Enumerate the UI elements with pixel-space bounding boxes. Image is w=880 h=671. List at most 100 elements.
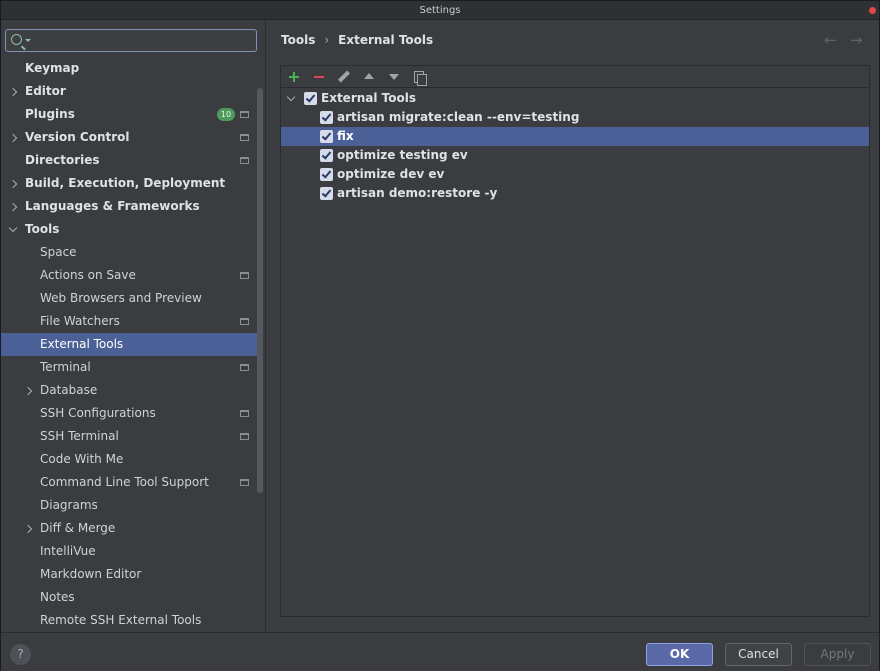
sidebar-item-notes[interactable]: Notes <box>1 586 259 609</box>
project-level-icon <box>240 364 249 371</box>
ok-button[interactable]: OK <box>646 643 713 666</box>
sidebar-item-version-control[interactable]: Version Control <box>1 126 259 149</box>
sidebar-item-build-execution-deployment[interactable]: Build, Execution, Deployment <box>1 172 259 195</box>
sidebar-item-languages-frameworks[interactable]: Languages & Frameworks <box>1 195 259 218</box>
sidebar-item-file-watchers[interactable]: File Watchers <box>1 310 259 333</box>
sidebar-item-diagrams[interactable]: Diagrams <box>1 494 259 517</box>
project-level-icon <box>240 433 249 440</box>
sidebar-item-label: Build, Execution, Deployment <box>25 176 226 190</box>
external-tools-toolbar <box>281 66 869 88</box>
sidebar-item-intellivue[interactable]: IntelliVue <box>1 540 259 563</box>
breadcrumb: Tools › External Tools <box>281 32 433 48</box>
chevron-right-icon[interactable] <box>23 386 33 396</box>
move-down-icon[interactable] <box>385 68 403 86</box>
sidebar-scrollbar[interactable] <box>257 88 263 493</box>
sidebar-item-external-tools[interactable]: External Tools <box>1 333 259 356</box>
sidebar-item-directories[interactable]: Directories <box>1 149 259 172</box>
tool-checkbox[interactable] <box>320 111 333 124</box>
chevron-right-icon[interactable] <box>8 202 18 212</box>
breadcrumb-current: External Tools <box>338 33 434 47</box>
project-level-icon <box>240 272 249 279</box>
apply-button[interactable]: Apply <box>804 643 871 666</box>
tool-checkbox[interactable] <box>320 130 333 143</box>
move-up-icon[interactable] <box>360 68 378 86</box>
back-arrow-icon[interactable]: ← <box>824 32 837 48</box>
project-level-icon <box>240 479 249 486</box>
forward-arrow-icon[interactable]: → <box>850 32 863 48</box>
sidebar-item-database[interactable]: Database <box>1 379 259 402</box>
cancel-button[interactable]: Cancel <box>725 643 792 666</box>
close-window-icon[interactable] <box>869 7 876 14</box>
tool-label: artisan demo:restore -y <box>337 186 498 200</box>
tool-row[interactable]: optimize testing ev <box>281 146 869 165</box>
project-level-icon <box>240 410 249 417</box>
tool-group-row[interactable]: External Tools <box>281 89 869 108</box>
settings-content: Tools › External Tools ← → External Tools … <box>267 20 879 632</box>
sidebar-item-label: Notes <box>40 590 75 604</box>
tool-checkbox[interactable] <box>320 149 333 162</box>
sidebar-item-keymap[interactable]: Keymap <box>1 57 259 80</box>
tool-label: optimize testing ev <box>337 148 468 162</box>
tool-row[interactable]: artisan demo:restore -y <box>281 184 869 203</box>
settings-window: Settings Keymap Editor Plugins 10 Version Co… <box>0 0 880 671</box>
sidebar-item-label: Tools <box>25 222 60 236</box>
sidebar-item-editor[interactable]: Editor <box>1 80 259 103</box>
project-level-icon <box>240 111 249 118</box>
tool-checkbox[interactable] <box>320 168 333 181</box>
chevron-down-icon[interactable] <box>286 92 296 102</box>
sidebar-item-label: Version Control <box>25 130 130 144</box>
sidebar-item-ssh-terminal[interactable]: SSH Terminal <box>1 425 259 448</box>
sidebar-item-ssh-configurations[interactable]: SSH Configurations <box>1 402 259 425</box>
add-icon[interactable] <box>285 68 303 86</box>
breadcrumb-parent[interactable]: Tools <box>281 33 315 47</box>
plugins-updates-badge: 10 <box>217 108 235 121</box>
chevron-right-icon[interactable] <box>8 133 18 143</box>
tool-group-label: External Tools <box>321 91 416 105</box>
sidebar-item-label: SSH Terminal <box>40 429 119 443</box>
sidebar-item-label: Directories <box>25 153 100 167</box>
sidebar-item-label: File Watchers <box>40 314 120 328</box>
sidebar-item-remote-ssh-external-tools[interactable]: Remote SSH External Tools <box>1 609 259 632</box>
sidebar-item-tools[interactable]: Tools <box>1 218 259 241</box>
sidebar-item-code-with-me[interactable]: Code With Me <box>1 448 259 471</box>
tool-group-checkbox[interactable] <box>304 92 317 105</box>
sidebar-item-label: Markdown Editor <box>40 567 142 581</box>
settings-search-input[interactable] <box>32 32 252 49</box>
external-tools-tree: External Tools artisan migrate:clean --e… <box>281 89 869 203</box>
remove-icon[interactable] <box>310 68 328 86</box>
sidebar-item-label: Command Line Tool Support <box>40 475 209 489</box>
sidebar-item-plugins[interactable]: Plugins 10 <box>1 103 259 126</box>
help-button[interactable]: ? <box>10 644 31 665</box>
tool-row[interactable]: optimize dev ev <box>281 165 869 184</box>
project-level-icon <box>240 157 249 164</box>
title-bar: Settings <box>1 1 879 20</box>
chevron-down-icon[interactable] <box>8 223 18 233</box>
sidebar-item-terminal[interactable]: Terminal <box>1 356 259 379</box>
sidebar-item-actions-on-save[interactable]: Actions on Save <box>1 264 259 287</box>
window-title: Settings <box>419 5 461 16</box>
project-level-icon <box>240 318 249 325</box>
sidebar-item-label: Code With Me <box>40 452 124 466</box>
sidebar-item-label: Keymap <box>25 61 80 75</box>
settings-search[interactable] <box>5 29 257 52</box>
sidebar-item-label: External Tools <box>40 337 124 351</box>
tool-row[interactable]: artisan migrate:clean --env=testing <box>281 108 869 127</box>
copy-icon[interactable] <box>410 68 428 86</box>
sidebar-item-label: SSH Configurations <box>40 406 156 420</box>
project-level-icon <box>240 134 249 141</box>
sidebar-item-space[interactable]: Space <box>1 241 259 264</box>
sidebar-item-web-browsers-and-preview[interactable]: Web Browsers and Preview <box>1 287 259 310</box>
sidebar-item-label: Editor <box>25 84 66 98</box>
sidebar-item-label: Plugins <box>25 107 75 121</box>
sidebar-item-diff-merge[interactable]: Diff & Merge <box>1 517 259 540</box>
chevron-right-icon[interactable] <box>8 179 18 189</box>
search-history-caret-icon[interactable] <box>25 39 31 42</box>
edit-icon[interactable] <box>335 68 353 86</box>
tool-checkbox[interactable] <box>320 187 333 200</box>
sidebar-item-markdown-editor[interactable]: Markdown Editor <box>1 563 259 586</box>
chevron-right-icon[interactable] <box>23 524 33 534</box>
sidebar-item-command-line-tool-support[interactable]: Command Line Tool Support <box>1 471 259 494</box>
chevron-right-icon[interactable] <box>8 87 18 97</box>
tool-row[interactable]: fix <box>281 127 869 146</box>
sidebar-item-label: Remote SSH External Tools <box>40 613 202 627</box>
